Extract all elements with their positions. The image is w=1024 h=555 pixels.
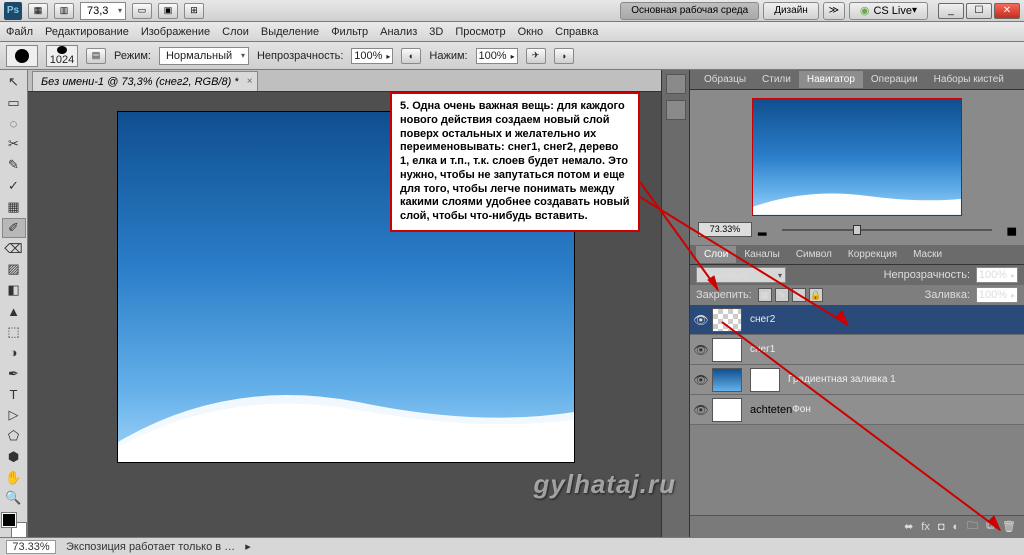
airbrush-toggle[interactable]: ✈: [526, 48, 546, 64]
dodge-tool[interactable]: ◑: [2, 343, 26, 363]
pen-tool[interactable]: ✒: [2, 364, 26, 384]
minimize-button[interactable]: _: [938, 3, 964, 19]
menu-edit[interactable]: Редактирование: [45, 26, 129, 38]
type-tool[interactable]: T: [2, 384, 26, 404]
opacity-label: Непрозрачность:: [257, 50, 343, 62]
flow-label: Нажим:: [429, 50, 467, 62]
status-zoom[interactable]: 73.33%: [6, 540, 56, 554]
visibility-icon[interactable]: 👁: [690, 373, 712, 387]
menu-image[interactable]: Изображение: [141, 26, 210, 38]
eyedropper-tool[interactable]: ✓: [2, 176, 26, 196]
zoom-in-icon[interactable]: ▅: [1008, 223, 1016, 236]
tutorial-annotation: 5. Одна очень важная вещь: для каждого н…: [390, 92, 640, 232]
blur-tool[interactable]: ⬚: [2, 322, 26, 342]
tab-navigator[interactable]: Навигатор: [799, 71, 863, 88]
minibridge-button[interactable]: ▥: [54, 3, 74, 19]
flow-input[interactable]: 100%: [476, 48, 518, 64]
zoom-tool[interactable]: 🔍: [2, 489, 26, 509]
tab-actions[interactable]: Операции: [863, 71, 926, 88]
healing-tool[interactable]: ▦: [2, 197, 26, 217]
tab-swatches[interactable]: Образцы: [696, 71, 754, 88]
path-select-tool[interactable]: ▷: [2, 405, 26, 425]
collapsed-panel-icon[interactable]: [666, 100, 686, 120]
watermark: gylhataj.ru: [534, 469, 676, 500]
menu-view[interactable]: Просмотр: [455, 26, 505, 38]
arrow-icon: [638, 195, 858, 335]
crop-tool[interactable]: ✎: [2, 155, 26, 175]
shape-tool[interactable]: ⬠: [2, 426, 26, 446]
fill-label: Заливка:: [925, 289, 970, 301]
app-logo: Ps: [4, 2, 22, 20]
blend-mode-label: Режим:: [114, 50, 151, 62]
brush-tool[interactable]: ✐: [2, 218, 26, 238]
document-tabs: Без имени-1 @ 73,3% (снег2, RGB/8) * ×: [28, 70, 661, 92]
blend-mode-select[interactable]: Нормальный: [159, 47, 249, 65]
bridge-button[interactable]: ▦: [28, 3, 48, 19]
toolbox: ↖ ▭ ◌ ✂ ✎ ✓ ▦ ✐ ⌫ ▨ ◧ ▲ ⬚ ◑ ✒ T ▷ ⬠ ⬢ ✋ …: [0, 70, 28, 537]
menu-filter[interactable]: Фильтр: [331, 26, 368, 38]
navigator-tabs: Образцы Стили Навигатор Операции Наборы …: [690, 70, 1024, 90]
document-tab-title: Без имени-1 @ 73,3% (снег2, RGB/8) *: [41, 76, 239, 88]
brush-preset-picker[interactable]: 1024: [46, 45, 78, 67]
zoom-field[interactable]: 73,3: [80, 2, 126, 20]
workspace-design[interactable]: Дизайн: [763, 2, 819, 20]
history-brush-tool[interactable]: ▨: [2, 259, 26, 279]
menu-layer[interactable]: Слои: [222, 26, 249, 38]
tab-styles[interactable]: Стили: [754, 71, 799, 88]
status-info: Экспозиция работает только в …: [66, 541, 235, 553]
stamp-tool[interactable]: ⌫: [2, 239, 26, 259]
menu-window[interactable]: Окно: [518, 26, 544, 38]
visibility-icon[interactable]: 👁: [690, 403, 712, 417]
menu-analysis[interactable]: Анализ: [380, 26, 417, 38]
options-bar: 1024 ▤ Режим: Нормальный Непрозрачность:…: [0, 42, 1024, 70]
collapsed-panel-icon[interactable]: [666, 74, 686, 94]
tool-preset-picker[interactable]: [6, 45, 38, 67]
size-pressure-toggle[interactable]: ◑: [554, 48, 574, 64]
arrange-button[interactable]: ⊞: [184, 3, 204, 19]
workspace-more[interactable]: ≫: [823, 2, 845, 20]
foreground-color[interactable]: [2, 513, 16, 527]
move-tool[interactable]: ↖: [2, 72, 26, 92]
status-dropdown-icon[interactable]: ▸: [245, 540, 251, 553]
color-swatches[interactable]: [2, 513, 26, 537]
gradient-tool[interactable]: ▲: [2, 301, 26, 321]
brush-panel-toggle[interactable]: ▤: [86, 48, 106, 64]
document-tab[interactable]: Без имени-1 @ 73,3% (снег2, RGB/8) * ×: [32, 71, 258, 91]
close-button[interactable]: ✕: [994, 3, 1020, 19]
menu-help[interactable]: Справка: [555, 26, 598, 38]
menu-select[interactable]: Выделение: [261, 26, 319, 38]
fill-input[interactable]: 100%: [976, 287, 1018, 303]
cslive-button[interactable]: ◉CS Live ▾: [849, 2, 928, 20]
view-extras-button[interactable]: ▭: [132, 3, 152, 19]
eraser-tool[interactable]: ◧: [2, 280, 26, 300]
screen-mode-button[interactable]: ▣: [158, 3, 178, 19]
arrow-icon: [720, 320, 1010, 540]
menu-3d[interactable]: 3D: [429, 26, 443, 38]
menu-file[interactable]: Файл: [6, 26, 33, 38]
layer-opacity-label: Непрозрачность:: [884, 269, 970, 281]
workspace-main[interactable]: Основная рабочая среда: [620, 2, 759, 20]
3d-tool[interactable]: ⬢: [2, 447, 26, 467]
close-tab-icon[interactable]: ×: [247, 76, 253, 87]
tab-masks[interactable]: Маски: [905, 246, 950, 263]
hand-tool[interactable]: ✋: [2, 468, 26, 488]
quick-select-tool[interactable]: ✂: [2, 134, 26, 154]
visibility-icon[interactable]: 👁: [690, 343, 712, 357]
marquee-tool[interactable]: ▭: [2, 93, 26, 113]
maximize-button[interactable]: ☐: [966, 3, 992, 19]
opacity-pressure-toggle[interactable]: ◐: [401, 48, 421, 64]
tab-brushes[interactable]: Наборы кистей: [926, 71, 1012, 88]
layer-opacity-input[interactable]: 100%: [976, 267, 1018, 283]
opacity-input[interactable]: 100%: [351, 48, 393, 64]
titlebar: Ps ▦ ▥ 73,3 ▭ ▣ ⊞ Основная рабочая среда…: [0, 0, 1024, 22]
snow-shape: [118, 372, 574, 462]
menubar: Файл Редактирование Изображение Слои Выд…: [0, 22, 1024, 42]
lasso-tool[interactable]: ◌: [2, 114, 26, 134]
